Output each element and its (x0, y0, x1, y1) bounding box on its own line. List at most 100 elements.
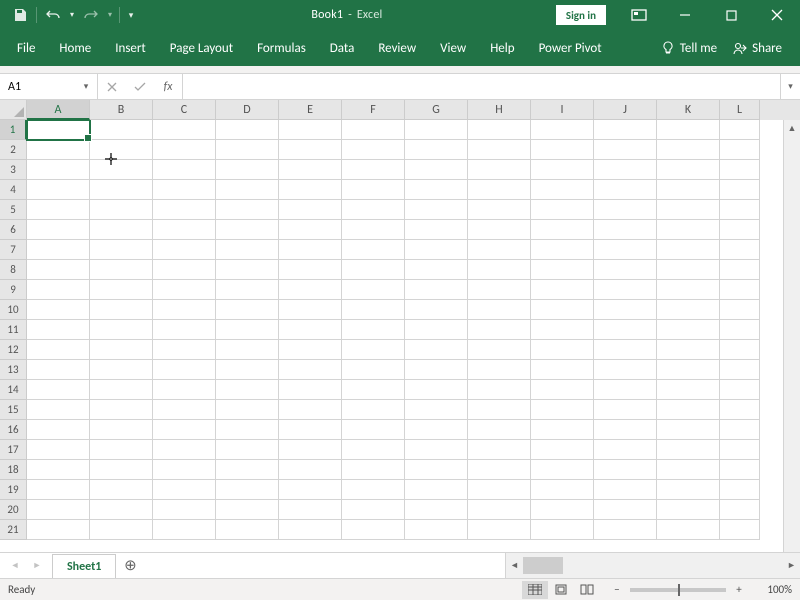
cell-G14[interactable] (405, 380, 468, 400)
cell-K6[interactable] (657, 220, 720, 240)
cell-I14[interactable] (531, 380, 594, 400)
cell-E9[interactable] (279, 280, 342, 300)
redo-dropdown[interactable]: ▾ (105, 3, 115, 27)
row-header-12[interactable]: 12 (0, 340, 27, 360)
row-header-9[interactable]: 9 (0, 280, 27, 300)
cell-F15[interactable] (342, 400, 405, 420)
cell-H18[interactable] (468, 460, 531, 480)
cell-G20[interactable] (405, 500, 468, 520)
column-header-f[interactable]: F (342, 100, 405, 120)
cell-G13[interactable] (405, 360, 468, 380)
cell-J8[interactable] (594, 260, 657, 280)
cell-H8[interactable] (468, 260, 531, 280)
column-header-l[interactable]: L (720, 100, 760, 120)
row-header-19[interactable]: 19 (0, 480, 27, 500)
row-header-10[interactable]: 10 (0, 300, 27, 320)
cell-D10[interactable] (216, 300, 279, 320)
maximize-button[interactable] (708, 0, 754, 30)
tab-help[interactable]: Help (478, 30, 526, 66)
cell-F20[interactable] (342, 500, 405, 520)
cell-I9[interactable] (531, 280, 594, 300)
row-header-2[interactable]: 2 (0, 140, 27, 160)
cell-F9[interactable] (342, 280, 405, 300)
cell-C4[interactable] (153, 180, 216, 200)
tell-me-button[interactable]: Tell me (653, 30, 725, 66)
cell-D7[interactable] (216, 240, 279, 260)
cell-C16[interactable] (153, 420, 216, 440)
cell-D19[interactable] (216, 480, 279, 500)
cell-L10[interactable] (720, 300, 760, 320)
cell-F19[interactable] (342, 480, 405, 500)
row-header-13[interactable]: 13 (0, 360, 27, 380)
cell-H6[interactable] (468, 220, 531, 240)
cell-A11[interactable] (27, 320, 90, 340)
cell-I20[interactable] (531, 500, 594, 520)
cell-H16[interactable] (468, 420, 531, 440)
cell-D6[interactable] (216, 220, 279, 240)
cell-A9[interactable] (27, 280, 90, 300)
cell-A12[interactable] (27, 340, 90, 360)
cell-L13[interactable] (720, 360, 760, 380)
cell-C19[interactable] (153, 480, 216, 500)
row-header-18[interactable]: 18 (0, 460, 27, 480)
scroll-track[interactable] (523, 557, 783, 574)
cell-E10[interactable] (279, 300, 342, 320)
cell-F3[interactable] (342, 160, 405, 180)
cell-C12[interactable] (153, 340, 216, 360)
cell-F1[interactable] (342, 120, 405, 140)
cell-D20[interactable] (216, 500, 279, 520)
ribbon-collapsed-strip[interactable] (0, 66, 800, 74)
tab-view[interactable]: View (428, 30, 478, 66)
cell-D1[interactable] (216, 120, 279, 140)
cell-A21[interactable] (27, 520, 90, 540)
cell-J5[interactable] (594, 200, 657, 220)
cell-J2[interactable] (594, 140, 657, 160)
cell-D18[interactable] (216, 460, 279, 480)
cell-J3[interactable] (594, 160, 657, 180)
cell-A14[interactable] (27, 380, 90, 400)
row-header-15[interactable]: 15 (0, 400, 27, 420)
cell-I18[interactable] (531, 460, 594, 480)
cell-B12[interactable] (90, 340, 153, 360)
cell-F6[interactable] (342, 220, 405, 240)
cell-H2[interactable] (468, 140, 531, 160)
cell-grid[interactable]: 123456789101112131415161718192021 (0, 120, 800, 552)
cell-G3[interactable] (405, 160, 468, 180)
cell-J13[interactable] (594, 360, 657, 380)
cell-I8[interactable] (531, 260, 594, 280)
cell-I7[interactable] (531, 240, 594, 260)
cell-L9[interactable] (720, 280, 760, 300)
cell-A1[interactable] (27, 120, 90, 140)
row-header-16[interactable]: 16 (0, 420, 27, 440)
formula-bar-expand[interactable]: ▾ (780, 74, 800, 99)
zoom-in-button[interactable]: + (732, 583, 746, 596)
cell-K5[interactable] (657, 200, 720, 220)
page-layout-view-button[interactable] (548, 581, 574, 599)
cell-H10[interactable] (468, 300, 531, 320)
cell-K12[interactable] (657, 340, 720, 360)
cell-A10[interactable] (27, 300, 90, 320)
cell-J9[interactable] (594, 280, 657, 300)
cell-K10[interactable] (657, 300, 720, 320)
cell-H12[interactable] (468, 340, 531, 360)
name-box[interactable]: A1 ▾ (0, 74, 98, 99)
cell-B20[interactable] (90, 500, 153, 520)
cell-J16[interactable] (594, 420, 657, 440)
cell-I17[interactable] (531, 440, 594, 460)
cell-L2[interactable] (720, 140, 760, 160)
cell-F16[interactable] (342, 420, 405, 440)
cell-G5[interactable] (405, 200, 468, 220)
cell-I2[interactable] (531, 140, 594, 160)
cell-D14[interactable] (216, 380, 279, 400)
cell-A3[interactable] (27, 160, 90, 180)
scroll-left-button[interactable]: ◄ (506, 560, 523, 571)
cell-E13[interactable] (279, 360, 342, 380)
cell-I21[interactable] (531, 520, 594, 540)
row-header-7[interactable]: 7 (0, 240, 27, 260)
cell-G21[interactable] (405, 520, 468, 540)
sign-in-button[interactable]: Sign in (556, 5, 606, 25)
cell-L14[interactable] (720, 380, 760, 400)
tab-home[interactable]: Home (47, 30, 103, 66)
cell-C15[interactable] (153, 400, 216, 420)
cell-B21[interactable] (90, 520, 153, 540)
